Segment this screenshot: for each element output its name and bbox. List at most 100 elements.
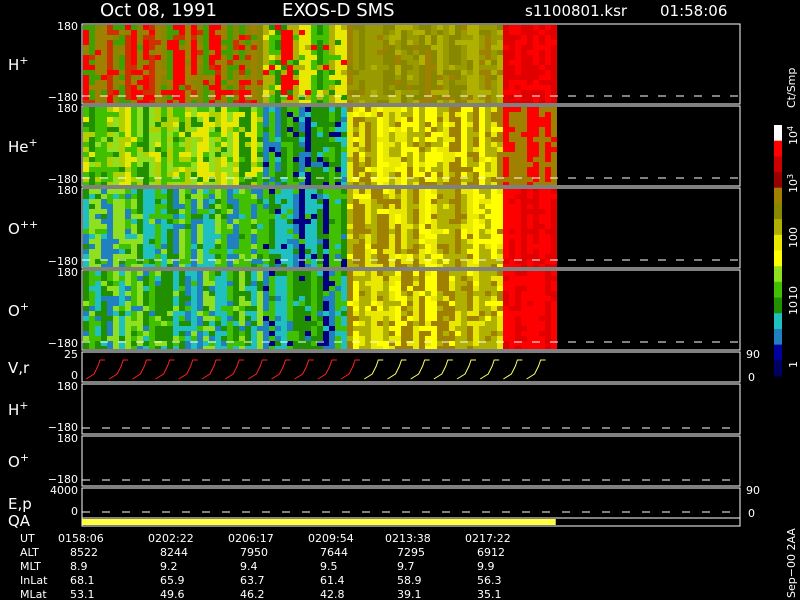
spectrogram-cell [209, 234, 215, 239]
spectrogram-cell [293, 147, 299, 152]
spectrogram-cell [461, 204, 467, 209]
spectrogram-cell [251, 326, 257, 331]
spectrogram-cell [485, 137, 491, 142]
spectrogram-cell [419, 244, 425, 249]
spectrogram-cell [425, 296, 431, 301]
spectrogram-cell [407, 152, 413, 157]
spectrogram-cell [149, 209, 155, 214]
spectrogram-cell [293, 75, 299, 80]
spectrogram-cell [293, 30, 299, 35]
spectrogram-cell [365, 199, 371, 204]
spectrogram-cell [209, 199, 215, 204]
spectrogram-cell [137, 234, 143, 239]
spectrogram-cell [323, 80, 329, 85]
spectrogram-cell [221, 112, 227, 117]
spectrogram-cell [275, 306, 281, 311]
spectrogram-cell [275, 152, 281, 157]
spectrogram-cell [137, 167, 143, 172]
spectrogram-cell [425, 100, 431, 103]
spectrogram-cell [449, 281, 455, 286]
spectrogram-cell [449, 162, 455, 167]
spectrogram-cell [335, 271, 341, 276]
spectrogram-cell [329, 152, 335, 157]
spectrogram-cell [185, 45, 191, 50]
spectrogram-cell [185, 55, 191, 60]
spectrogram-cell [377, 249, 383, 254]
spectrogram-cell [503, 85, 509, 90]
spectrogram-cell [233, 167, 239, 172]
spectrogram-cell [497, 219, 503, 224]
spectrogram-cell [473, 219, 479, 224]
spectrogram-cell [203, 254, 209, 259]
spectrogram-cell [203, 194, 209, 199]
spectrogram-cell [347, 122, 353, 127]
spectrogram-cell [515, 264, 521, 267]
spectrogram-cell [131, 244, 137, 249]
spectrogram-cell [179, 132, 185, 137]
spectrogram-cell [185, 296, 191, 301]
spectrogram-cell [323, 234, 329, 239]
spectrogram-cell [437, 35, 443, 40]
spectrogram-cell [503, 137, 509, 142]
spectrogram-cell [335, 249, 341, 254]
spectrogram-cell [281, 234, 287, 239]
spectrogram-cell [137, 152, 143, 157]
spectrogram-cell [365, 291, 371, 296]
spectrogram-cell [215, 234, 221, 239]
spectrogram-cell [413, 25, 419, 30]
spectrogram-cell [359, 55, 365, 60]
spectrogram-cell [329, 25, 335, 30]
spectrogram-cell [281, 331, 287, 336]
spectrogram-cell [203, 157, 209, 162]
spectrogram-cell [371, 254, 377, 259]
spectrogram-cell [149, 311, 155, 316]
spectrogram-cell [437, 194, 443, 199]
spectrogram-cell [191, 45, 197, 50]
spectrogram-cell [479, 291, 485, 296]
spectrogram-cell [251, 85, 257, 90]
spectrogram-cell [323, 306, 329, 311]
spectrogram-cell [521, 60, 527, 65]
spectrogram-cell [365, 234, 371, 239]
spectrogram-cell [335, 182, 341, 185]
spectrogram-cell [143, 296, 149, 301]
spectrogram-cell [101, 301, 107, 306]
spectrogram-cell [329, 219, 335, 224]
spectrogram-cell [527, 65, 533, 70]
spectrogram-cell [257, 107, 263, 112]
spectrogram-cell [449, 234, 455, 239]
spectrogram-cell [473, 90, 479, 95]
spectrogram-cell [185, 60, 191, 65]
spectrogram-cell [407, 132, 413, 137]
spectrogram-cell [443, 331, 449, 336]
spectrogram-cell [503, 172, 509, 177]
spectrogram-cell [161, 189, 167, 194]
spectrogram-cell [263, 209, 269, 214]
spectrogram-cell [539, 75, 545, 80]
spectrogram-cell [473, 162, 479, 167]
spectrogram-cell [185, 112, 191, 117]
spectrogram-cell [191, 55, 197, 60]
spectrogram-cell [275, 239, 281, 244]
spectrogram-cell [533, 199, 539, 204]
spectrogram-cell [95, 122, 101, 127]
spectrogram-cell [449, 172, 455, 177]
spectrogram-cell [107, 286, 113, 291]
spectrogram-cell [509, 219, 515, 224]
spectrogram-cell [335, 65, 341, 70]
spectrogram-cell [515, 172, 521, 177]
spectrogram-cell [221, 162, 227, 167]
spectrogram-cell [317, 224, 323, 229]
spectrogram-cell [515, 271, 521, 276]
spectrogram-cell [179, 194, 185, 199]
spectrogram-cell [215, 331, 221, 336]
spectrogram-cell [185, 107, 191, 112]
spectrogram-cell [245, 157, 251, 162]
spectrogram-cell [83, 137, 89, 142]
spectrogram-cell [329, 301, 335, 306]
spectrogram-cell [317, 194, 323, 199]
spectrogram-cell [89, 346, 95, 349]
spectrogram-cell [509, 142, 515, 147]
spectrogram-cell [155, 301, 161, 306]
spectrogram-cell [329, 209, 335, 214]
